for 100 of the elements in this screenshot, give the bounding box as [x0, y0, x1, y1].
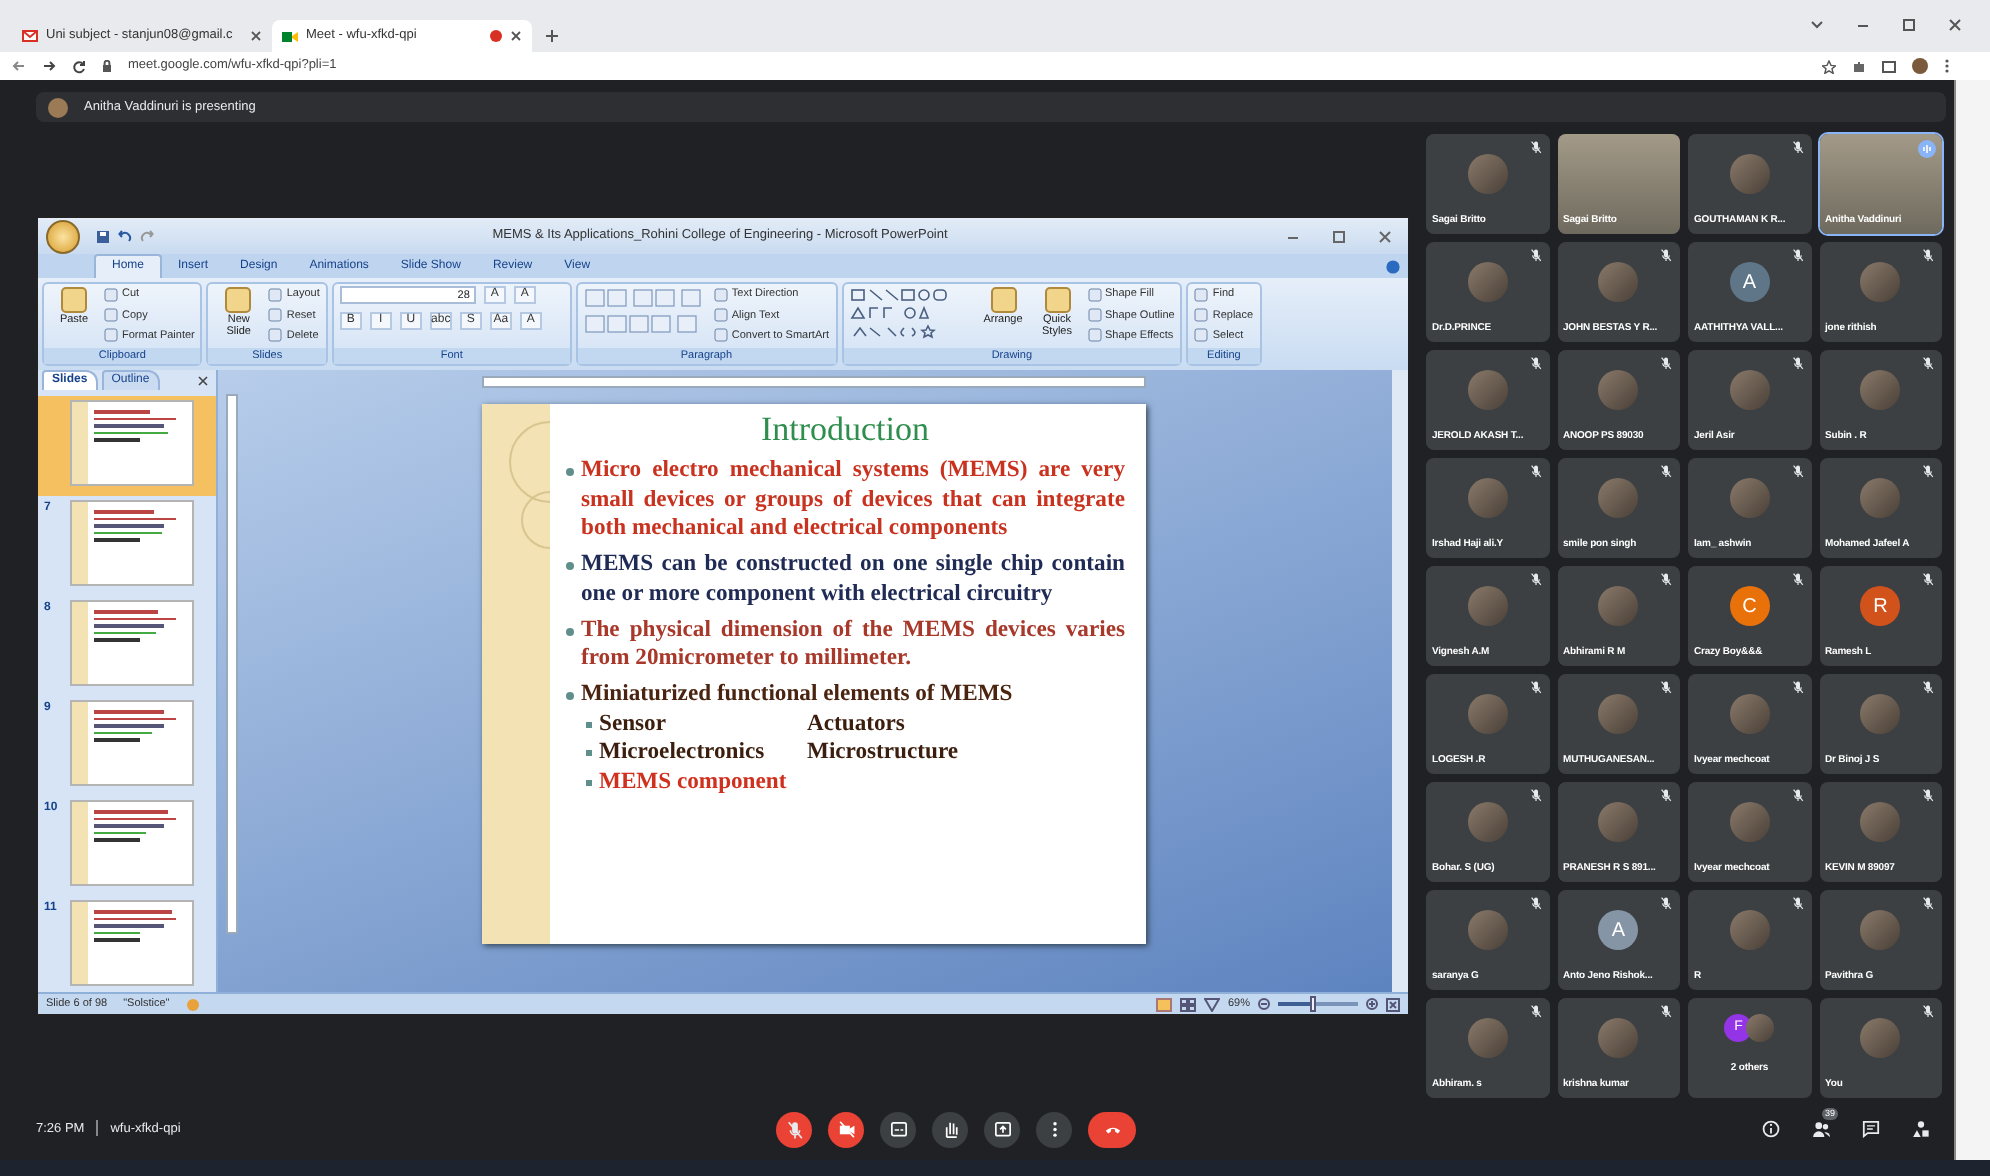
- letter-avatar: A: [1598, 910, 1639, 951]
- avatar-circle: [1729, 802, 1770, 843]
- bullet-text: Miniaturized functional elements of MEMS: [581, 680, 1013, 710]
- letter-avatar: A: [1729, 262, 1770, 303]
- mic-icon: [785, 1119, 803, 1140]
- people-icon[interactable]: [1812, 1119, 1830, 1138]
- bullet-square: [585, 750, 591, 757]
- video-placeholder: [1557, 134, 1680, 235]
- captions-icon: [889, 1119, 907, 1140]
- slide-thumbnail[interactable]: [70, 400, 194, 487]
- avatar-circle: [48, 97, 68, 118]
- avatar-circle: [1598, 1018, 1639, 1059]
- bullet-square: [585, 779, 591, 786]
- bullet-text: The physical dimension of the MEMS devices varies from 20micrometer to millimeter.: [581, 615, 1125, 675]
- avatar-circle: [1860, 370, 1901, 411]
- slide-thumbnail[interactable]: [70, 600, 194, 687]
- avatar-circle: [1729, 154, 1770, 195]
- captions-button[interactable]: [880, 1111, 916, 1148]
- bullet-text: Microstructure: [807, 738, 959, 768]
- avatar-circle: [1729, 370, 1770, 411]
- slide-show-icon[interactable]: [1203, 997, 1220, 1012]
- close-icon[interactable]: [198, 376, 208, 387]
- fit-to-window-icon[interactable]: [1386, 997, 1400, 1012]
- slide-title: Introduction: [758, 412, 932, 451]
- extension-icon[interactable]: [1852, 59, 1866, 73]
- close-icon[interactable]: [510, 30, 522, 42]
- close-icon[interactable]: [1378, 229, 1392, 244]
- new-tab-icon[interactable]: [544, 28, 560, 44]
- avatar-circle: [1467, 262, 1508, 303]
- star-icon[interactable]: [1822, 59, 1836, 73]
- avatar-circle: [1467, 586, 1508, 627]
- avatar-circle: [1860, 694, 1901, 735]
- lock-icon: [102, 60, 112, 72]
- slide-thumbnail[interactable]: [70, 500, 194, 587]
- command-icon: [224, 286, 253, 315]
- help-icon[interactable]: [1386, 260, 1400, 275]
- maximize-icon[interactable]: [1902, 17, 1916, 31]
- avatar-circle: [1729, 478, 1770, 519]
- bullet-text: Actuators: [807, 709, 905, 739]
- swirl-decoration: [507, 420, 549, 553]
- bullet-text: Micro electro mechanical systems (MEMS) are very small devices or groups of devices that can integrate both mechanical and electrical components: [581, 456, 1125, 545]
- minimize-icon[interactable]: [1856, 19, 1870, 29]
- save-icon[interactable]: [96, 229, 110, 244]
- undo-icon[interactable]: [118, 229, 132, 244]
- present-screen-icon: [993, 1119, 1011, 1140]
- avatar-circle: [1467, 154, 1508, 195]
- bullet-text: MEMS can be constructed on one single chip contain one or more component with electrical circuitry: [581, 550, 1125, 610]
- more-options-button[interactable]: [1036, 1111, 1072, 1148]
- zoom-slider-thumb[interactable]: [1310, 996, 1316, 1013]
- video-camera-icon: [282, 29, 298, 43]
- forward-arrow-icon[interactable]: [42, 60, 56, 72]
- avatar-circle: [1860, 910, 1901, 951]
- leave-call-button[interactable]: [1088, 1111, 1136, 1148]
- avatar-circle: [1467, 478, 1508, 519]
- avatar-circle: [1860, 802, 1901, 843]
- reload-icon[interactable]: [72, 59, 86, 73]
- bullet-text: Sensor: [599, 709, 668, 739]
- normal-view-icon[interactable]: [1155, 997, 1172, 1012]
- zoom-out-icon[interactable]: [1258, 998, 1270, 1011]
- bullet-dot: [565, 692, 573, 701]
- avatar-circle: [1598, 478, 1639, 519]
- bullet-dot: [565, 627, 573, 636]
- slide-thumbnail[interactable]: [70, 900, 194, 987]
- bullet-square: [585, 721, 591, 728]
- window-icon[interactable]: [1882, 59, 1896, 73]
- bullet-dot: [565, 562, 573, 571]
- slide-thumbnail[interactable]: [70, 700, 194, 787]
- zoom-in-icon[interactable]: [1366, 998, 1378, 1011]
- avatar-circle: [1598, 262, 1639, 303]
- slide-sorter-icon[interactable]: [1179, 997, 1196, 1012]
- letter-avatar: C: [1729, 586, 1770, 627]
- info-icon[interactable]: [1762, 1119, 1780, 1138]
- avatar-circle: [1467, 910, 1508, 951]
- present-button[interactable]: [984, 1111, 1020, 1148]
- avatar-circle: [1467, 370, 1508, 411]
- video-placeholder: [1819, 134, 1942, 235]
- camera-off-button[interactable]: [828, 1111, 864, 1148]
- profile-avatar[interactable]: [1912, 58, 1928, 74]
- avatar-circle: [1467, 802, 1508, 843]
- raise-hand-button[interactable]: [932, 1111, 968, 1148]
- office-button[interactable]: [46, 219, 80, 254]
- more-icon[interactable]: [1944, 58, 1950, 74]
- shapes-icon[interactable]: [1912, 1119, 1930, 1138]
- restore-icon[interactable]: [1332, 229, 1346, 244]
- minimize-icon[interactable]: [1286, 231, 1300, 242]
- bullet-text: MEMS component: [599, 767, 787, 797]
- bullet-dot: [565, 468, 573, 477]
- avatar-circle: [1729, 694, 1770, 735]
- back-arrow-icon[interactable]: [12, 60, 26, 72]
- avatar-circle: [1729, 910, 1770, 951]
- mic-off-button[interactable]: [776, 1111, 812, 1148]
- chat-icon[interactable]: [1862, 1119, 1880, 1138]
- avatar-circle: [1598, 802, 1639, 843]
- avatar-circle: [1746, 1014, 1775, 1043]
- mail-icon: [22, 30, 38, 42]
- close-icon[interactable]: [1948, 17, 1962, 31]
- close-icon[interactable]: [250, 30, 262, 42]
- slide-thumbnail[interactable]: [70, 800, 194, 887]
- vertical-scrollbar[interactable]: [1392, 370, 1408, 993]
- chevron-down-icon[interactable]: [1810, 19, 1824, 29]
